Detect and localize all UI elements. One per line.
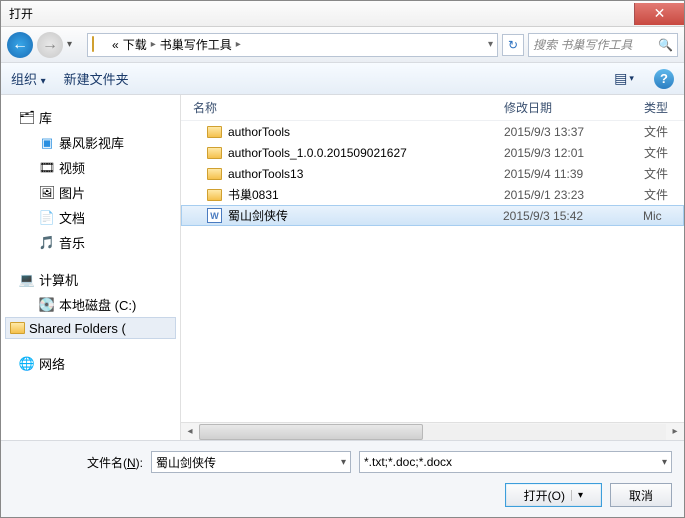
file-type: 文件 (644, 186, 684, 203)
file-rows: authorTools2015/9/3 13:37文件authorTools_1… (181, 121, 684, 422)
file-date: 2015/9/4 11:39 (504, 167, 644, 181)
picture-icon: 🖼 (39, 185, 55, 201)
chevron-down-icon: ▾ (629, 73, 634, 84)
chevron-right-icon: ▸ (236, 39, 241, 50)
view-mode-button[interactable]: ▤▾ (612, 68, 636, 90)
search-placeholder: 搜索 书巢写作工具 (533, 36, 632, 53)
help-button[interactable]: ? (654, 69, 674, 89)
drive-icon: 💽 (39, 297, 55, 313)
open-dialog: 打开 ✕ ← → ▾ « 下载 ▸ 书巢写作工具 ▸ ▾ ↻ 搜索 书巢写作工具… (0, 0, 685, 518)
column-headers: 名称 修改日期 类型 (181, 95, 684, 121)
filename-input[interactable]: 蜀山剑侠传 ▾ (151, 451, 351, 473)
tree-network[interactable]: 🌐网络 (5, 351, 176, 376)
network-icon: 🌐 (19, 356, 35, 372)
toolbar: 组织 ▾ 新建文件夹 ▤▾ ? (1, 63, 684, 95)
navigation-tree: 🗂库 ▣暴风影视库 🎞视频 🖼图片 📄文档 🎵音乐 💻计算机 💽本地磁盘 (C:… (1, 95, 181, 440)
chevron-down-icon[interactable]: ▾ (341, 457, 346, 468)
folder-icon (9, 320, 25, 336)
file-name: authorTools13 (228, 167, 303, 181)
scroll-thumb[interactable] (199, 424, 423, 440)
library-icon: 🗂 (19, 110, 35, 126)
chevron-right-icon: ▸ (151, 39, 156, 50)
horizontal-scrollbar[interactable]: ◂ ▸ (181, 422, 684, 440)
tree-item[interactable]: 🎞视频 (5, 155, 176, 180)
file-type: 文件 (644, 123, 684, 140)
filetype-filter[interactable]: *.txt;*.doc;*.docx ▾ (359, 451, 672, 473)
tree-libraries[interactable]: 🗂库 (5, 105, 176, 130)
file-name: 书巢0831 (228, 186, 279, 203)
file-date: 2015/9/3 12:01 (504, 146, 644, 160)
tree-item[interactable]: 🎵音乐 (5, 230, 176, 255)
close-icon: ✕ (654, 5, 666, 22)
tree-computer[interactable]: 💻计算机 (5, 267, 176, 292)
chevron-down-icon[interactable]: ▾ (488, 39, 493, 50)
file-list: 名称 修改日期 类型 authorTools2015/9/3 13:37文件au… (181, 95, 684, 440)
chevron-down-icon[interactable]: ▾ (571, 490, 583, 501)
tree-item[interactable]: 🖼图片 (5, 180, 176, 205)
file-name: authorTools (228, 125, 290, 139)
organize-button[interactable]: 组织 ▾ (11, 69, 46, 88)
film-icon: ▣ (39, 135, 55, 151)
breadcrumb-root: « (112, 38, 119, 52)
arrow-left-icon: ← (12, 36, 28, 54)
column-type[interactable]: 类型 (644, 99, 684, 116)
breadcrumb-segment[interactable]: 下载 (123, 36, 147, 53)
help-icon: ? (660, 71, 668, 86)
refresh-icon: ↻ (508, 38, 518, 52)
view-icon: ▤ (614, 70, 627, 87)
search-input[interactable]: 搜索 书巢写作工具 🔍 (528, 33, 678, 57)
tree-item-selected[interactable]: Shared Folders ( (5, 317, 176, 339)
tree-item[interactable]: ▣暴风影视库 (5, 130, 176, 155)
tree-item[interactable]: 💽本地磁盘 (C:) (5, 292, 176, 317)
folder-icon (207, 189, 222, 201)
file-type: 文件 (644, 144, 684, 161)
music-icon: 🎵 (39, 235, 55, 251)
file-name: 蜀山剑侠传 (228, 207, 288, 224)
scroll-left-icon[interactable]: ◂ (181, 426, 199, 437)
chevron-down-icon: ▾ (41, 76, 46, 87)
folder-icon (207, 126, 222, 138)
file-row[interactable]: W 蜀山剑侠传 2015/9/3 15:42Mic (181, 205, 684, 226)
scroll-right-icon[interactable]: ▸ (666, 426, 684, 437)
file-type: Mic (643, 209, 683, 223)
window-title: 打开 (9, 5, 33, 22)
folder-icon (207, 147, 222, 159)
navigation-bar: ← → ▾ « 下载 ▸ 书巢写作工具 ▸ ▾ ↻ 搜索 书巢写作工具 🔍 (1, 27, 684, 63)
history-dropdown[interactable]: ▾ (67, 39, 83, 50)
breadcrumb-segment[interactable]: 书巢写作工具 (160, 36, 232, 53)
folder-icon (92, 37, 108, 53)
titlebar: 打开 ✕ (1, 1, 684, 27)
file-date: 2015/9/3 13:37 (504, 125, 644, 139)
file-type: 文件 (644, 165, 684, 182)
column-name[interactable]: 名称 (193, 99, 504, 116)
back-button[interactable]: ← (7, 32, 33, 58)
cancel-button[interactable]: 取消 (610, 483, 672, 507)
file-date: 2015/9/3 15:42 (503, 209, 643, 223)
arrow-right-icon: → (42, 36, 58, 54)
search-icon: 🔍 (658, 38, 673, 52)
chevron-down-icon[interactable]: ▾ (662, 457, 667, 468)
filename-label: 文件名(N): (13, 454, 143, 471)
breadcrumb[interactable]: « 下载 ▸ 书巢写作工具 ▸ ▾ (87, 33, 498, 57)
file-row[interactable]: authorTools_1.0.0.201509021627 2015/9/3 1… (181, 142, 684, 163)
open-button[interactable]: 打开(O)▾ (505, 483, 602, 507)
dialog-footer: 文件名(N): 蜀山剑侠传 ▾ *.txt;*.doc;*.docx ▾ 打开(… (1, 440, 684, 517)
close-button[interactable]: ✕ (634, 3, 684, 25)
file-row[interactable]: authorTools 2015/9/3 13:37文件 (181, 121, 684, 142)
word-doc-icon: W (207, 208, 222, 223)
file-row[interactable]: authorTools13 2015/9/4 11:39文件 (181, 163, 684, 184)
file-name: authorTools_1.0.0.201509021627 (228, 146, 407, 160)
computer-icon: 💻 (19, 272, 35, 288)
dialog-body: 🗂库 ▣暴风影视库 🎞视频 🖼图片 📄文档 🎵音乐 💻计算机 💽本地磁盘 (C:… (1, 95, 684, 440)
new-folder-button[interactable]: 新建文件夹 (64, 69, 129, 88)
document-icon: 📄 (39, 210, 55, 226)
video-icon: 🎞 (39, 160, 55, 176)
tree-item[interactable]: 📄文档 (5, 205, 176, 230)
file-date: 2015/9/1 23:23 (504, 188, 644, 202)
forward-button[interactable]: → (37, 32, 63, 58)
folder-icon (207, 168, 222, 180)
refresh-button[interactable]: ↻ (502, 34, 524, 56)
column-date[interactable]: 修改日期 (504, 99, 644, 116)
file-row[interactable]: 书巢0831 2015/9/1 23:23文件 (181, 184, 684, 205)
